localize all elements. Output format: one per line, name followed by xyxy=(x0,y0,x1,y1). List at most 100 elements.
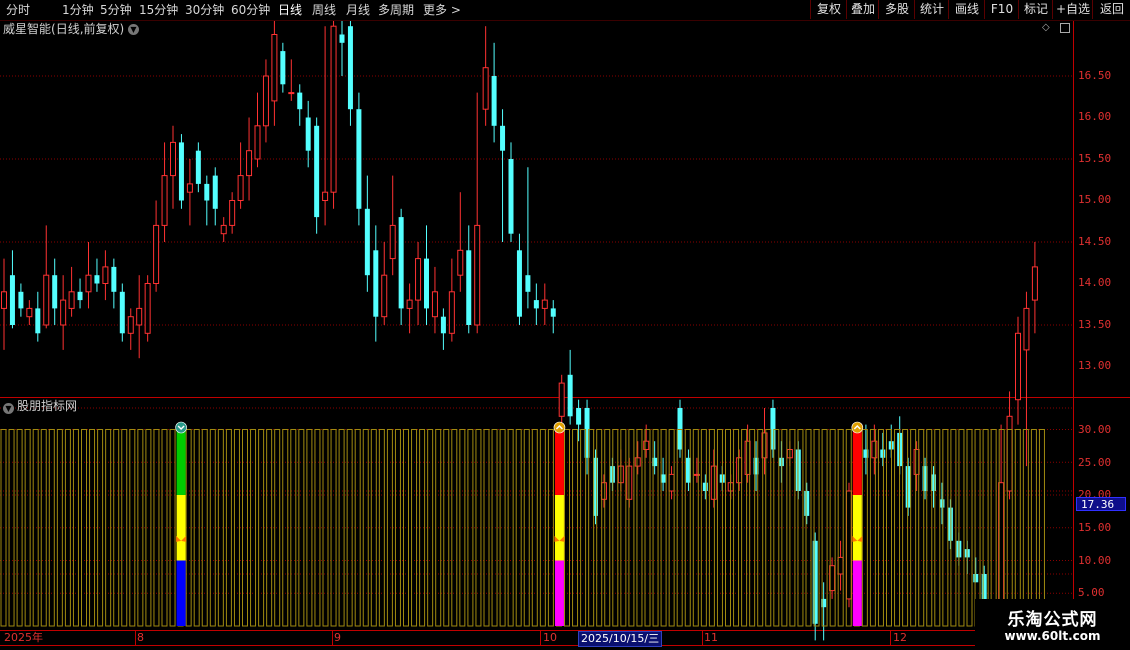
candle-body xyxy=(280,51,286,85)
indicator-bar xyxy=(56,429,63,627)
candle xyxy=(466,225,472,334)
grid-lines xyxy=(0,75,1073,594)
overlay-button[interactable]: 叠加 xyxy=(846,0,879,19)
signal-segment xyxy=(852,560,862,626)
candle-body xyxy=(204,183,210,201)
signal-segment xyxy=(176,495,186,561)
signal-column xyxy=(175,421,187,626)
candle xyxy=(373,225,379,342)
candle xyxy=(516,233,522,325)
candle xyxy=(837,540,844,591)
candle-body xyxy=(186,183,193,193)
candle-body xyxy=(389,224,396,260)
candle xyxy=(736,449,743,491)
period-tab-weekly[interactable]: 周线 xyxy=(312,2,336,18)
candle xyxy=(356,92,362,226)
watermark-name: 乐淘公式网 xyxy=(1007,610,1098,630)
candle-body xyxy=(880,449,886,458)
candle xyxy=(491,42,497,143)
candle xyxy=(415,242,422,325)
candle-body xyxy=(364,208,370,276)
candle xyxy=(364,175,370,292)
indicator-bar xyxy=(233,429,240,627)
price-tick: 14.00 xyxy=(1078,276,1112,289)
candle xyxy=(541,283,548,325)
price-tick: 13.50 xyxy=(1078,318,1112,331)
add-watchlist-button[interactable]: +自选 xyxy=(1052,0,1093,19)
candle xyxy=(119,283,125,342)
candle xyxy=(482,26,489,126)
candle xyxy=(297,84,303,126)
candle xyxy=(634,441,641,475)
chart-canvas[interactable] xyxy=(0,0,1130,650)
candle-body xyxy=(373,250,379,317)
candle xyxy=(474,92,481,334)
chevron-down-icon[interactable]: ▼ xyxy=(3,403,14,414)
period-tab-60min[interactable]: 60分钟 xyxy=(231,2,270,18)
period-tab-intraday[interactable]: 分时 xyxy=(6,2,30,18)
period-tab-1min[interactable]: 1分钟 xyxy=(62,2,94,18)
period-tab-monthly[interactable]: 月线 xyxy=(346,2,370,18)
candle xyxy=(525,167,531,309)
diamond-icon[interactable]: ◇ xyxy=(1042,23,1052,33)
candle xyxy=(170,125,176,209)
period-tab-daily[interactable]: 日线 xyxy=(278,2,302,18)
candle-body xyxy=(119,291,125,334)
candle-body xyxy=(43,274,50,326)
chevron-down-icon[interactable]: ▼ xyxy=(128,24,139,35)
candle-body xyxy=(500,125,506,151)
candle xyxy=(102,250,109,301)
mark-button[interactable]: 标记 xyxy=(1018,0,1053,19)
chevron-down-icon xyxy=(175,421,187,434)
candle xyxy=(26,300,33,325)
candle-body xyxy=(144,283,151,334)
candle-body xyxy=(525,275,531,292)
candle-body xyxy=(35,308,41,334)
statistics-button[interactable]: 统计 xyxy=(914,0,949,19)
draw-line-button[interactable]: 画线 xyxy=(948,0,985,19)
multi-stock-button[interactable]: 多股 xyxy=(878,0,915,19)
back-button[interactable]: 返回 xyxy=(1092,0,1130,19)
candle xyxy=(52,258,58,325)
period-tab-more[interactable]: 更多 > xyxy=(423,2,461,18)
period-tab-15min[interactable]: 15分钟 xyxy=(139,2,178,18)
candle-body xyxy=(195,150,201,184)
period-tab-multi[interactable]: 多周期 xyxy=(378,2,414,18)
candle xyxy=(35,291,41,342)
period-tab-5min[interactable]: 5分钟 xyxy=(100,2,132,18)
candle xyxy=(905,457,911,516)
candle-body xyxy=(1031,266,1038,301)
candle xyxy=(220,217,227,242)
candle-body xyxy=(18,291,24,309)
candle xyxy=(237,142,244,209)
candle-body xyxy=(448,291,455,334)
signal-segment xyxy=(176,429,186,495)
candle-body xyxy=(643,440,650,451)
candle xyxy=(702,474,708,500)
indicator-title: ▼ 股朋指标网 xyxy=(3,398,77,414)
candle-body xyxy=(576,408,582,425)
window-toggle-icon[interactable] xyxy=(1060,23,1070,33)
candle-body xyxy=(77,291,83,301)
candle-body xyxy=(153,224,160,284)
candle xyxy=(77,278,83,309)
candle-body xyxy=(170,141,176,177)
candle-body xyxy=(136,307,143,326)
candle-body xyxy=(356,109,362,209)
candle-body xyxy=(314,125,320,218)
adjust-button[interactable]: 复权 xyxy=(810,0,847,19)
watermark-url: www.60lt.com xyxy=(1004,629,1101,643)
candle xyxy=(212,167,218,226)
candle xyxy=(262,59,269,143)
period-tab-30min[interactable]: 30分钟 xyxy=(185,2,224,18)
indicator-tick: 15.00 xyxy=(1078,521,1112,534)
candle xyxy=(567,349,573,425)
price-tick: 15.50 xyxy=(1078,152,1112,165)
candle-body xyxy=(491,76,497,126)
f10-button[interactable]: F10 xyxy=(984,0,1019,19)
indicator-tick: 30.00 xyxy=(1078,423,1112,436)
candle-body xyxy=(339,34,345,43)
candle-body xyxy=(702,482,708,491)
candle xyxy=(305,100,311,168)
candle xyxy=(94,258,100,292)
